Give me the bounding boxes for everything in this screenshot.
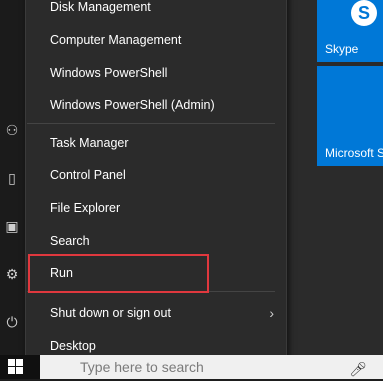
document-icon[interactable]: ▯ (4, 170, 20, 186)
skype-tile[interactable]: S Skype (317, 0, 383, 62)
taskbar-search-input[interactable]: Type here to search 🎤︎ (40, 355, 383, 379)
windows-start-icon[interactable] (8, 359, 24, 375)
start-left-rail: ⚇ ▯ ▣ ⚙ ⏻ (0, 0, 26, 379)
menu-item-control-panel[interactable]: Control Panel (26, 159, 286, 191)
pictures-icon[interactable]: ▣ (4, 218, 20, 234)
menu-item-windows-powershell-admin[interactable]: Windows PowerShell (Admin) (26, 89, 286, 121)
menu-item-disk-management[interactable]: Disk Management (26, 0, 286, 23)
menu-item-shut-down-label: Shut down or sign out (50, 306, 171, 320)
menu-item-search[interactable]: Search (26, 225, 286, 257)
chevron-right-icon: › (269, 305, 274, 321)
microsoft-store-tile[interactable]: Microsoft S (317, 66, 383, 166)
settings-gear-icon[interactable]: ⚙ (4, 266, 20, 282)
skype-logo-icon: S (351, 0, 377, 26)
menu-item-shut-down-or-sign-out[interactable]: Shut down or sign out › (26, 297, 286, 329)
start-tiles-area: S Skype Microsoft S (286, 0, 383, 355)
run-highlight-box (28, 254, 209, 293)
menu-item-file-explorer[interactable]: File Explorer (26, 192, 286, 224)
microsoft-store-tile-label: Microsoft S (325, 146, 383, 160)
taskbar-search-placeholder: Type here to search (80, 359, 204, 375)
menu-item-windows-powershell[interactable]: Windows PowerShell (26, 57, 286, 89)
menu-item-task-manager[interactable]: Task Manager (26, 127, 286, 159)
winx-context-menu: Disk Management Computer Management Wind… (25, 0, 287, 368)
skype-tile-label: Skype (325, 42, 359, 56)
taskbar: Type here to search 🎤︎ (0, 355, 383, 379)
user-icon[interactable]: ⚇ (4, 122, 20, 138)
menu-item-computer-management[interactable]: Computer Management (26, 24, 286, 56)
microphone-icon[interactable]: 🎤︎ (349, 357, 367, 381)
menu-separator (27, 123, 275, 124)
power-icon[interactable]: ⏻ (4, 314, 20, 330)
